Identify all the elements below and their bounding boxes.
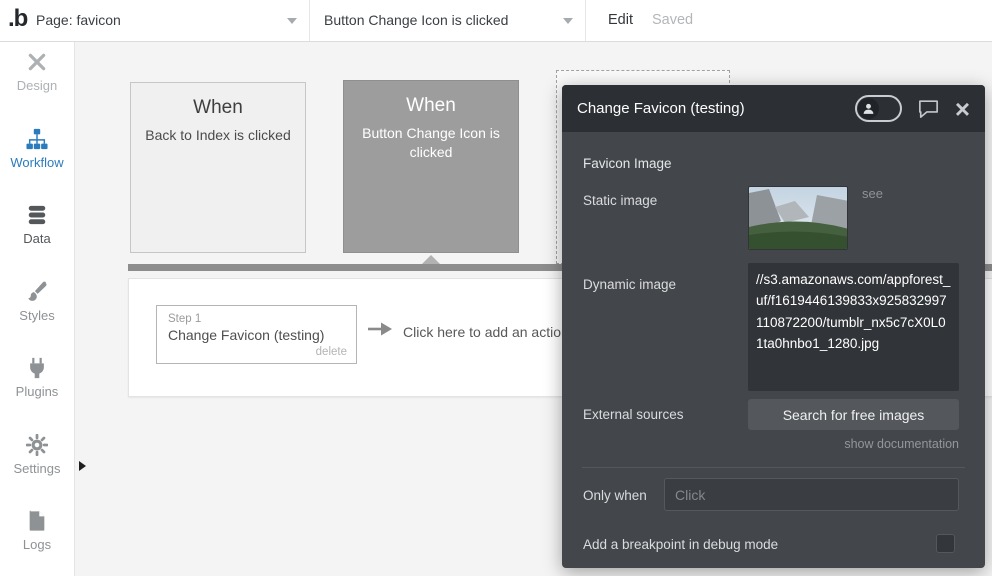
sidebar-item-plugins[interactable]: Plugins — [0, 357, 74, 421]
sidebar-item-workflow[interactable]: Workflow — [0, 128, 74, 192]
bubble-workflow-editor: .b Page: favicon Button Change Icon is c… — [0, 0, 992, 576]
event-title: When — [131, 97, 305, 119]
chevron-down-icon — [563, 18, 573, 24]
search-free-images-button[interactable]: Search for free images — [748, 399, 959, 430]
sidebar-item-label: Settings — [0, 461, 74, 476]
bubble-logo[interactable]: .b — [8, 5, 27, 33]
sidebar-item-label: Logs — [0, 537, 74, 552]
chat-icon[interactable] — [918, 99, 939, 118]
workflow-selector-dropdown[interactable]: Button Change Icon is clicked — [310, 0, 586, 41]
event-box-button-change-icon[interactable]: When Button Change Icon is clicked — [343, 80, 519, 253]
sidebar-collapse-handle[interactable] — [79, 461, 86, 471]
event-title: When — [344, 95, 518, 117]
sidebar-item-data[interactable]: Data — [0, 204, 74, 268]
user-avatar-icon — [858, 98, 879, 119]
step-1-action-card[interactable]: Step 1 Change Favicon (testing) delete — [156, 305, 357, 364]
close-icon[interactable]: × — [955, 99, 970, 119]
step-title: Change Favicon (testing) — [157, 327, 356, 343]
sidebar-item-label: Data — [0, 231, 74, 246]
top-bar: .b Page: favicon Button Change Icon is c… — [0, 0, 992, 42]
show-documentation-link[interactable]: show documentation — [844, 437, 959, 451]
sidebar-item-label: Workflow — [0, 155, 74, 170]
step-delete-link[interactable]: delete — [316, 346, 347, 358]
selected-event-caret — [422, 255, 440, 264]
event-subtitle: Button Change Icon is clicked — [344, 124, 518, 162]
modal-divider — [582, 467, 965, 468]
sidebar-item-styles[interactable]: Styles — [0, 281, 74, 345]
static-image-label: Static image — [583, 193, 657, 208]
event-box-back-to-index[interactable]: When Back to Index is clicked — [130, 82, 306, 253]
design-icon — [26, 51, 48, 73]
see-link[interactable]: see — [862, 186, 883, 201]
plugins-icon — [26, 357, 48, 379]
edit-menu[interactable]: Edit — [608, 0, 633, 41]
arrow-right-icon — [367, 320, 393, 343]
page-selector-dropdown[interactable]: Page: favicon — [34, 0, 310, 41]
event-subtitle: Back to Index is clicked — [131, 126, 305, 145]
sidebar-item-label: Design — [0, 78, 74, 93]
external-sources-label: External sources — [583, 407, 684, 422]
favicon-image-section-label: Favicon Image — [583, 156, 672, 171]
saved-status: Saved — [652, 0, 693, 41]
only-when-label: Only when — [583, 488, 647, 503]
page-selector-label: Page: favicon — [36, 12, 121, 28]
modal-title: Change Favicon (testing) — [577, 100, 855, 117]
breakpoint-checkbox[interactable] — [936, 534, 955, 553]
breakpoint-label: Add a breakpoint in debug mode — [583, 537, 778, 552]
only-when-input[interactable] — [664, 478, 959, 511]
sidebar-item-label: Styles — [0, 308, 74, 323]
sidebar-item-label: Plugins — [0, 384, 74, 399]
data-icon — [26, 204, 48, 226]
action-properties-modal: Change Favicon (testing) × Favicon Image… — [562, 85, 985, 568]
workflow-icon — [26, 128, 48, 150]
settings-gear-icon — [26, 434, 48, 456]
chevron-down-icon — [287, 18, 297, 24]
styles-icon — [26, 281, 48, 303]
user-avatar-pill[interactable] — [855, 95, 902, 122]
workflow-selector-label: Button Change Icon is clicked — [324, 12, 508, 28]
dynamic-image-value-field[interactable]: //s3.amazonaws.com/appforest_uf/f1619446… — [748, 263, 959, 391]
modal-header[interactable]: Change Favicon (testing) × — [562, 85, 985, 132]
static-image-thumbnail[interactable] — [748, 186, 848, 250]
logs-document-icon — [26, 510, 48, 532]
sidebar-item-logs[interactable]: Logs — [0, 510, 74, 574]
step-number: Step 1 — [157, 306, 356, 325]
dynamic-image-label: Dynamic image — [583, 277, 676, 292]
sidebar-item-settings[interactable]: Settings — [0, 434, 74, 498]
left-sidebar: Design Workflow — [0, 42, 75, 576]
sidebar-item-design[interactable]: Design — [0, 51, 74, 115]
